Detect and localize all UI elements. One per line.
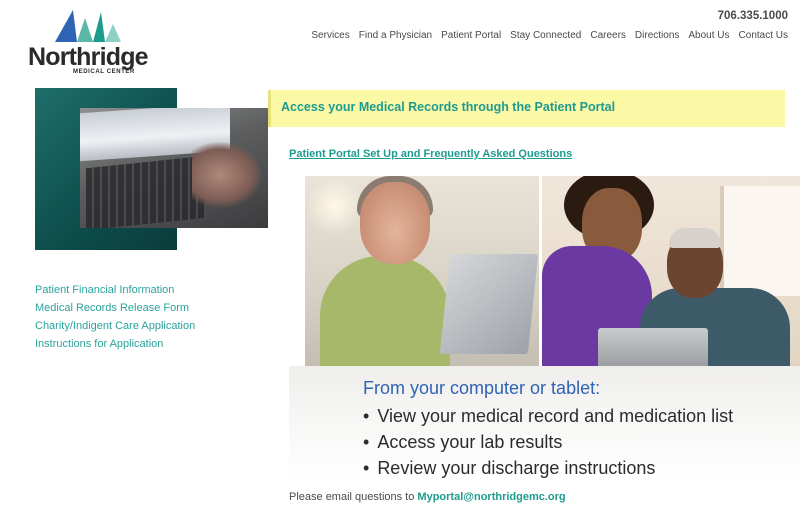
hand-on-keyboard (192, 142, 262, 208)
woman-head (360, 182, 430, 264)
email-prefix: Please email questions to (289, 491, 418, 503)
feature-item: Access your lab results (363, 429, 733, 455)
logo-name: Northridge (28, 43, 149, 71)
woman-at-laptop-photo (305, 176, 539, 366)
nav-contact-us[interactable]: Contact Us (739, 30, 788, 41)
northridge-logo[interactable]: Northridge MEDICAL CENTER (28, 10, 153, 76)
sidebar-links: Patient Financial Information Medical Re… (35, 284, 195, 350)
feature-item: View your medical record and medication … (363, 403, 733, 429)
laptop (439, 254, 539, 354)
main-nav: Services Find a Physician Patient Portal… (311, 30, 788, 41)
laptop (598, 328, 708, 366)
link-charity-indigent-care-application[interactable]: Charity/Indigent Care Application (35, 320, 195, 332)
link-instructions-for-application[interactable]: Instructions for Application (35, 338, 195, 350)
nav-stay-connected[interactable]: Stay Connected (510, 30, 581, 41)
portal-features: From your computer or tablet: View your … (363, 378, 733, 481)
laptop-keyboard (86, 155, 206, 228)
page-title: Access your Medical Records through the … (281, 100, 616, 114)
portal-faq-link[interactable]: Patient Portal Set Up and Frequently Ask… (289, 148, 572, 160)
link-medical-records-release-form[interactable]: Medical Records Release Form (35, 302, 195, 314)
mountain-logo-icon (55, 10, 121, 42)
nav-directions[interactable]: Directions (635, 30, 679, 41)
nav-patient-portal[interactable]: Patient Portal (441, 30, 501, 41)
email-line: Please email questions to Myportal@north… (289, 491, 566, 503)
nav-careers[interactable]: Careers (590, 30, 626, 41)
page-banner: Access your Medical Records through the … (268, 90, 785, 127)
phone-number: 706.335.1000 (717, 10, 788, 22)
laptop-hero-image (35, 88, 268, 250)
features-lead: From your computer or tablet: (363, 378, 601, 398)
nav-about-us[interactable]: About Us (688, 30, 729, 41)
features-list: View your medical record and medication … (363, 403, 733, 481)
feature-item: Review your discharge instructions (363, 455, 733, 481)
woman-body (320, 256, 450, 366)
lamp-glow (305, 176, 365, 236)
nav-find-a-physician[interactable]: Find a Physician (359, 30, 432, 41)
couple-at-laptop-photo (542, 176, 800, 366)
email-link[interactable]: Myportal@northridgemc.org (417, 491, 565, 503)
laptop-photo (80, 108, 268, 228)
link-patient-financial-information[interactable]: Patient Financial Information (35, 284, 195, 296)
window (720, 186, 800, 296)
man-hair (669, 228, 721, 248)
nav-services[interactable]: Services (311, 30, 349, 41)
logo-subtitle: MEDICAL CENTER (73, 69, 135, 75)
